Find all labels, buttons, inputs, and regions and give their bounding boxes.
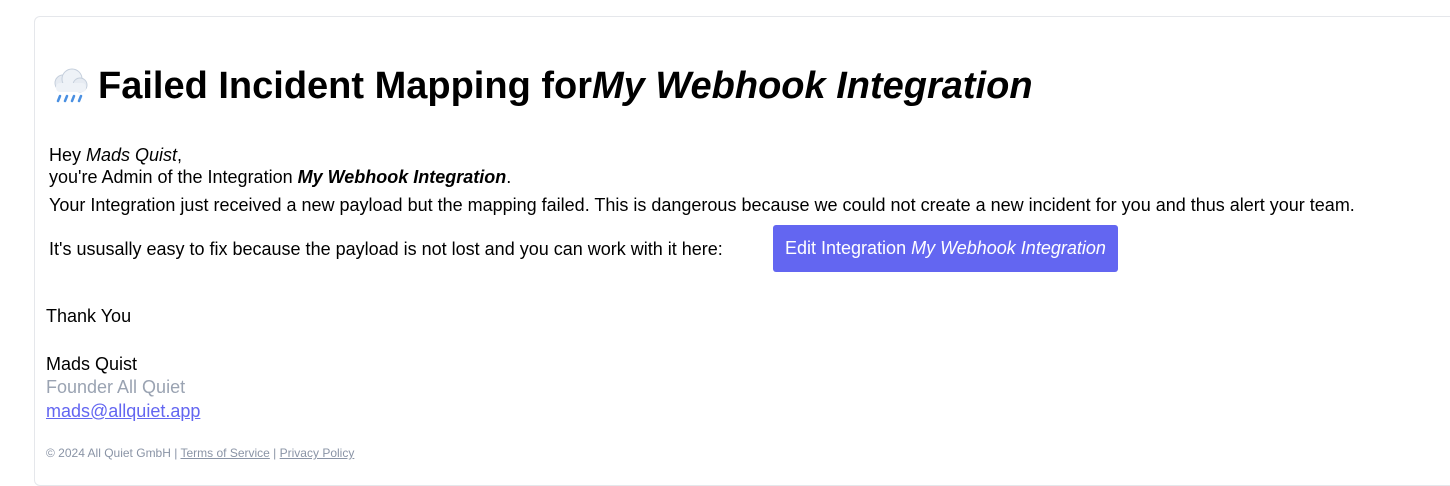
privacy-policy-link[interactable]: Privacy Policy: [280, 446, 355, 460]
title-integration-name: My Webhook Integration: [592, 65, 1033, 107]
footer-copyright: © 2024 All Quiet GmbH: [46, 446, 171, 460]
greeting-comma: ,: [177, 145, 183, 165]
signature-role: Founder All Quiet: [46, 377, 186, 397]
fix-line: It's ususally easy to fix because the pa…: [49, 239, 723, 259]
admin-suffix: .: [506, 167, 512, 187]
signature-email-link[interactable]: mads@allquiet.app: [46, 400, 200, 422]
title-prefix: Failed Incident Mapping for: [98, 65, 592, 107]
cloud-with-rain-icon: [48, 65, 90, 107]
footer-separator-2: |: [269, 446, 280, 460]
page-title: Failed Incident Mapping for My Webhook I…: [48, 62, 1033, 110]
terms-of-service-link[interactable]: Terms of Service: [180, 446, 269, 460]
edit-button-integration-name: My Webhook Integration: [911, 238, 1106, 258]
admin-line: you're Admin of the Integration My Webho…: [49, 166, 511, 188]
greeting-hey: Hey: [49, 145, 87, 165]
failure-message: Your Integration just received a new pay…: [49, 195, 1355, 215]
admin-integration-name: My Webhook Integration: [297, 167, 507, 187]
greeting-name: Mads Quist: [86, 145, 178, 165]
signature-name: Mads Quist: [46, 354, 138, 374]
greeting-line: Hey Mads Quist,: [49, 144, 182, 166]
edit-button-prefix: Edit Integration: [785, 238, 912, 258]
thank-you-text: Thank You: [46, 306, 132, 326]
footer: © 2024 All Quiet GmbH | Terms of Service…: [46, 445, 354, 461]
admin-prefix: you're Admin of the Integration: [49, 167, 298, 187]
edit-integration-button[interactable]: Edit Integration My Webhook Integration: [773, 225, 1118, 272]
